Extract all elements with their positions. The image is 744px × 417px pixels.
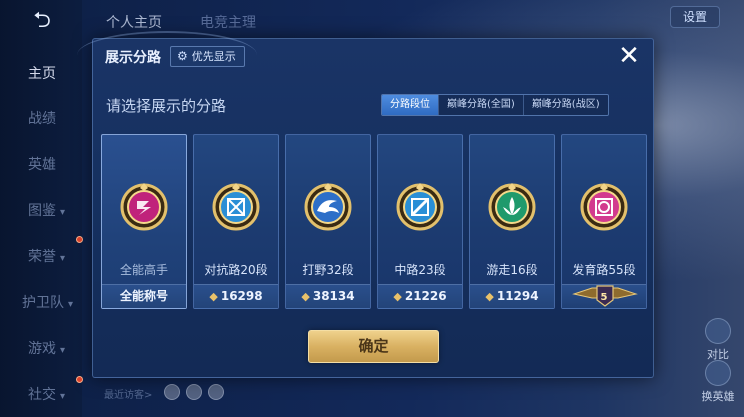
score-icon: ◆ (301, 290, 310, 303)
visitor-avatar[interactable] (186, 384, 202, 400)
lane-name: 对抗路20段 (204, 263, 268, 277)
peak-rank-number: 5 (600, 292, 608, 303)
chevron-down-icon: ▾ (60, 207, 66, 218)
clash-lane-badge-icon (212, 183, 260, 231)
sidebar: ⮌ 主页 战绩 英雄 图鉴 ▾ 荣誉 ▾ 护卫队 ▾ 游戏 ▾ 社交 ▾ (0, 0, 83, 417)
close-icon[interactable]: ✕ (615, 42, 643, 70)
sidebar-item-honor[interactable]: 荣誉 ▾ (0, 246, 82, 266)
selection-prompt: 请选择展示的分路 (106, 97, 227, 115)
lane-filter-tabs: 分路段位 巅峰分路(全国) 巅峰分路(战区) (381, 94, 609, 116)
compare-icon (705, 318, 731, 344)
hero-icon (705, 360, 731, 386)
priority-display-button[interactable]: ⚙ 优先显示 (170, 46, 245, 67)
lane-name: 发育路55段 (572, 263, 636, 277)
chevron-down-icon: ▾ (60, 345, 66, 356)
lane-name: 打野32段 (302, 263, 354, 277)
recent-visitors-link[interactable]: 最近访客> (104, 386, 152, 401)
back-icon[interactable]: ⮌ (22, 8, 62, 34)
lane-footer: ◆ 38134 (286, 284, 370, 308)
lane-name: 中路23段 (394, 263, 446, 277)
lane-name: 游走16段 (486, 263, 538, 277)
notification-dot (76, 236, 83, 243)
sidebar-item-home[interactable]: 主页 (0, 63, 82, 83)
tab-peak-region[interactable]: 巅峰分路(战区) (522, 95, 608, 115)
sidebar-item-guard-team[interactable]: 护卫队 ▾ (0, 292, 82, 312)
jungle-badge-icon (304, 183, 352, 231)
lane-footer: ◆ 11294 (470, 284, 554, 308)
notification-dot (76, 376, 83, 383)
compare-button[interactable]: 对比 (700, 318, 736, 362)
mid-lane-badge-icon (396, 183, 444, 231)
roam-badge-icon (488, 183, 536, 231)
chevron-down-icon: ▾ (68, 299, 74, 310)
all-round-badge-icon (120, 183, 168, 231)
visitor-avatar[interactable] (208, 384, 224, 400)
lane-card-all-round[interactable]: 全能高手 全能称号 (101, 134, 187, 309)
lane-card-clash[interactable]: 对抗路20段 ◆ 16298 (193, 134, 279, 309)
change-hero-button[interactable]: 换英雄 (700, 360, 736, 404)
lane-footer: ◆ 21226 (378, 284, 462, 308)
lane-card-mid[interactable]: 中路23段 ◆ 21226 (377, 134, 463, 309)
lane-card-farm[interactable]: 发育路55段 5 (561, 134, 647, 309)
score-icon: ◆ (209, 290, 218, 303)
dialog-header: 展示分路 ⚙ 优先显示 ✕ (77, 31, 653, 73)
dialog-title: 展示分路 (105, 50, 161, 66)
score-icon: ◆ (485, 290, 494, 303)
sidebar-item-atlas[interactable]: 图鉴 ▾ (0, 200, 82, 220)
tab-esports[interactable]: 电竞主理 (200, 12, 256, 32)
confirm-button[interactable]: 确定 (308, 330, 439, 363)
lane-name: 全能高手 (119, 263, 168, 277)
sidebar-item-heroes[interactable]: 英雄 (0, 154, 82, 174)
top-status-area (600, 6, 660, 24)
gear-icon: ⚙ (177, 49, 188, 63)
tab-personal-home[interactable]: 个人主页 (106, 12, 162, 32)
score-icon: ◆ (393, 290, 402, 303)
farm-lane-badge-icon (580, 183, 628, 231)
lane-card-jungle[interactable]: 打野32段 ◆ 38134 (285, 134, 371, 309)
lane-footer: 全能称号 (102, 284, 186, 308)
chevron-down-icon: ▾ (60, 253, 66, 264)
lane-footer: ◆ 16298 (194, 284, 278, 308)
sidebar-item-social[interactable]: 社交 ▾ (0, 384, 82, 404)
chevron-down-icon: ▾ (60, 391, 66, 402)
settings-button[interactable]: 设置 (670, 6, 720, 28)
tab-lane-rank[interactable]: 分路段位 (382, 95, 438, 115)
visitor-avatar[interactable] (164, 384, 180, 400)
display-lane-dialog: 展示分路 ⚙ 优先显示 ✕ 请选择展示的分路 分路段位 巅峰分路(全国) 巅峰分… (77, 31, 654, 378)
sidebar-item-records[interactable]: 战绩 (0, 108, 82, 128)
lane-card-roam[interactable]: 游走16段 ◆ 11294 (469, 134, 555, 309)
sidebar-item-games[interactable]: 游戏 ▾ (0, 338, 82, 358)
tab-peak-national[interactable]: 巅峰分路(全国) (438, 95, 523, 115)
